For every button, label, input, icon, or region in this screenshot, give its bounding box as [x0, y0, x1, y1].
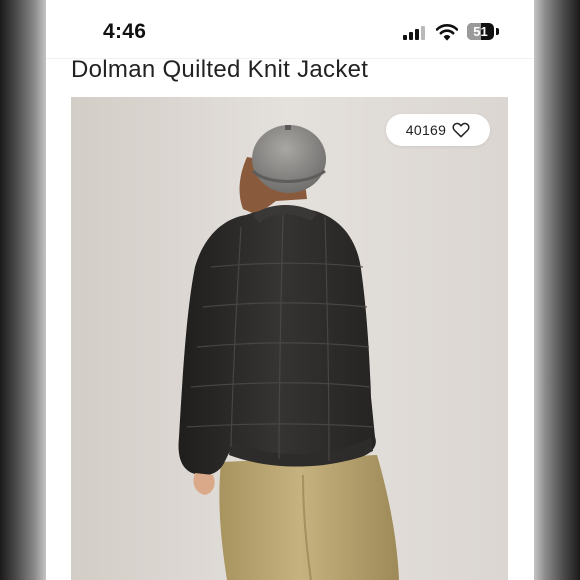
wifi-icon [436, 24, 458, 41]
product-title: Dolman Quilted Knit Jacket [71, 56, 369, 83]
status-time: 4:46 [103, 20, 147, 43]
right-blur-margin [534, 0, 580, 580]
likes-count: 40169 [405, 122, 447, 138]
cellular-signal-icon [403, 26, 427, 40]
battery-percent: 51 [473, 24, 488, 39]
likes-button[interactable]: 40169 [386, 114, 490, 146]
phone-screen: 4:46 51 Dolman Quilted Knit Jacket 40169 [46, 0, 534, 580]
product-photo [71, 97, 508, 580]
heart-outline-icon [452, 122, 470, 138]
battery-icon: 51 [467, 23, 499, 40]
left-blur-margin [0, 0, 46, 580]
status-bar: 4:46 51 [46, 0, 534, 58]
battery-cap [496, 28, 499, 35]
product-image[interactable] [71, 97, 508, 580]
